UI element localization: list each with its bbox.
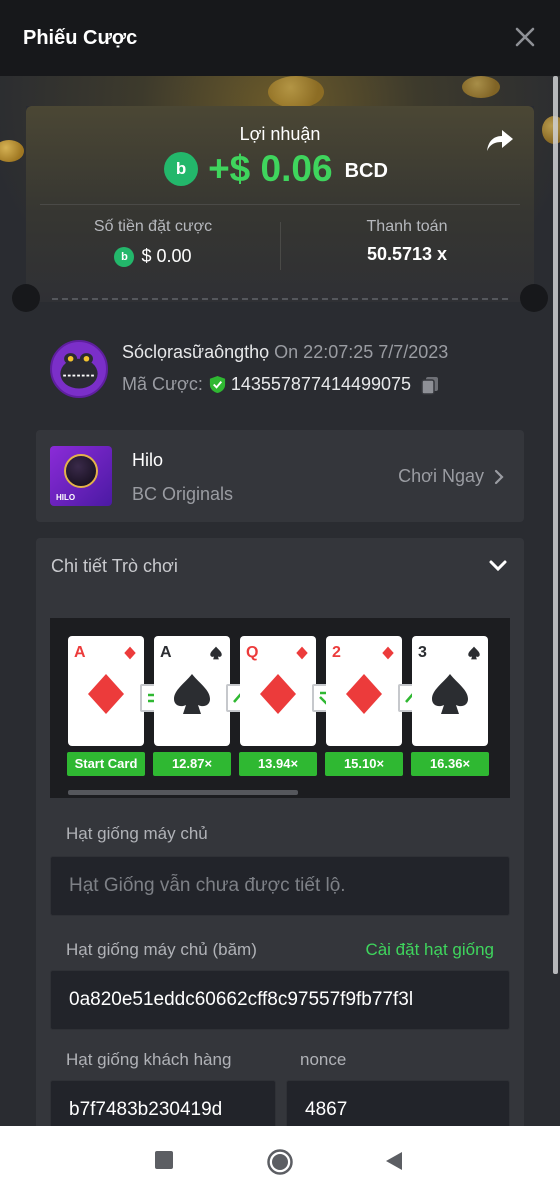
game-name: Hilo: [132, 450, 164, 470]
playing-card: 2: [326, 636, 402, 746]
bet-time: On 22:07:25 7/7/2023: [274, 342, 449, 362]
back-button[interactable]: [384, 1150, 404, 1177]
page-scrollbar[interactable]: [553, 76, 558, 974]
multiplier-badge: 12.87×: [153, 752, 231, 776]
playing-card: 3: [412, 636, 488, 746]
game-details-panel: Chi tiết Trò chơi A Start Card A 12.87× Q 13.…: [36, 538, 524, 1140]
ticket-notch: [520, 284, 548, 312]
nonce-value: 4867: [305, 1099, 348, 1120]
payout-label: Thanh toán: [366, 218, 448, 235]
close-icon: [515, 27, 535, 47]
bc-coin-icon: b: [164, 152, 199, 186]
spade-suit-icon: [174, 674, 210, 714]
card-history-strip[interactable]: A Start Card A 12.87× Q 13.94× 2 15.10× 3 16.36×: [50, 618, 510, 798]
profit-row: b +$ 0.06 BCD: [26, 148, 534, 190]
system-nav-bar: [0, 1126, 560, 1200]
payout-stat: Thanh toán 50.5713 x: [280, 218, 534, 265]
coin-decoration: [462, 76, 500, 98]
game-provider: BC Originals: [132, 484, 234, 504]
copy-icon[interactable]: [420, 375, 440, 395]
playing-card: A: [154, 636, 230, 746]
horizontal-scrollbar[interactable]: [68, 790, 298, 795]
header-bar: Phiếu Cược: [0, 0, 560, 76]
dashed-separator: [52, 298, 508, 300]
bet-id-line: Mã Cược: 143557877414499075: [122, 374, 440, 395]
bet-amount-row: b $ 0.00: [26, 246, 280, 267]
square-icon: [155, 1151, 173, 1169]
ticket-notch: [12, 284, 40, 312]
hilo-logo-icon: [64, 454, 98, 488]
thumb-label: HILO: [56, 493, 76, 502]
chevron-right-icon: [494, 469, 504, 484]
verified-shield-icon: [209, 375, 225, 394]
server-seed-label: Hạt giống máy chủ: [66, 824, 208, 843]
server-seed-hash-field[interactable]: 0a820e51eddc60662cff8c97557f9fb77f3l: [50, 970, 510, 1030]
bet-amount-label: Số tiền đặt cược: [93, 218, 213, 235]
circle-icon: [267, 1149, 293, 1175]
coin-decoration: [268, 76, 324, 108]
spade-suit-icon: [468, 646, 480, 660]
server-seed-placeholder: Hạt Giống vẫn chưa được tiết lộ.: [69, 875, 346, 896]
bet-slip-screen: Phiếu Cược Lợi nhuận b +$ 0.06 BCD Số ti…: [0, 0, 560, 1200]
game-thumbnail: HILO: [50, 446, 112, 506]
play-now-button[interactable]: Chơi Ngay: [398, 466, 504, 487]
share-button[interactable]: [486, 128, 514, 154]
username[interactable]: Sóclọrasữaôngthọ: [122, 342, 269, 362]
recents-button[interactable]: [154, 1150, 174, 1175]
spade-suit-icon: [432, 674, 468, 714]
profit-currency: BCD: [344, 159, 388, 182]
playing-card: Q: [240, 636, 316, 746]
page-title: Phiếu Cược: [23, 26, 138, 49]
card-rank: Q: [246, 644, 259, 661]
chevron-down-icon: [489, 560, 507, 572]
avatar[interactable]: [50, 340, 108, 398]
card-rank: 2: [332, 644, 341, 661]
card-rank: 3: [418, 644, 427, 661]
multiplier-badge: 15.10×: [325, 752, 403, 776]
diamond-suit-icon: [260, 674, 296, 714]
coin-decoration: [0, 140, 24, 162]
profit-label: Lợi nhuận: [239, 124, 321, 144]
server-seed-field[interactable]: Hạt Giống vẫn chưa được tiết lộ.: [50, 856, 510, 916]
profit-summary: Lợi nhuận b +$ 0.06 BCD Số tiền đặt cược…: [26, 106, 534, 302]
card-rank: A: [160, 644, 172, 661]
crocodile-avatar-icon: [60, 353, 98, 389]
diamond-suit-icon: [88, 674, 124, 714]
bet-id-label: Mã Cược:: [122, 374, 203, 394]
share-arrow-icon: [487, 130, 513, 151]
diamond-suit-icon: [124, 646, 136, 660]
multiplier-badge: Start Card: [67, 752, 145, 776]
client-seed-label: Hạt giống khách hàng: [66, 1050, 232, 1069]
bet-amount-stat: Số tiền đặt cược b $ 0.00: [26, 218, 280, 267]
profit-amount: +$ 0.06: [208, 148, 333, 189]
close-button[interactable]: [514, 26, 536, 48]
diamond-suit-icon: [346, 674, 382, 714]
divider: [40, 204, 520, 205]
nonce-label: nonce: [300, 1050, 347, 1069]
bet-amount-value: $ 0.00: [141, 246, 192, 266]
diamond-suit-icon: [382, 646, 394, 660]
user-line: Sóclọrasữaôngthọ On 22:07:25 7/7/2023: [122, 342, 448, 363]
game-details-toggle[interactable]: Chi tiết Trò chơi: [36, 538, 524, 594]
playing-card: A: [68, 636, 144, 746]
server-seed-hash-value: 0a820e51eddc60662cff8c97557f9fb77f3l: [69, 989, 414, 1010]
diamond-suit-icon: [296, 646, 308, 660]
bet-ticket: Lợi nhuận b +$ 0.06 BCD Số tiền đặt cược…: [12, 106, 548, 1140]
bet-id-value: 143557877414499075: [230, 374, 412, 394]
game-details-title: Chi tiết Trò chơi: [51, 556, 178, 576]
multiplier-badge: 13.94×: [239, 752, 317, 776]
payout-value: 50.5713 x: [366, 244, 448, 264]
server-seed-hash-label: Hạt giống máy chủ (băm): [66, 940, 257, 959]
spade-suit-icon: [210, 646, 222, 660]
home-button[interactable]: [266, 1148, 294, 1181]
client-seed-value: b7f7483b230419d: [69, 1099, 223, 1120]
bc-coin-icon: b: [114, 246, 135, 267]
play-now-label: Chơi Ngay: [398, 466, 484, 486]
game-card[interactable]: HILO Hilo BC Originals Chơi Ngay: [36, 430, 524, 522]
triangle-back-icon: [386, 1152, 402, 1170]
multiplier-badge: 16.36×: [411, 752, 489, 776]
set-seed-link[interactable]: Cài đặt hạt giống: [365, 940, 494, 960]
card-rank: A: [74, 644, 86, 661]
